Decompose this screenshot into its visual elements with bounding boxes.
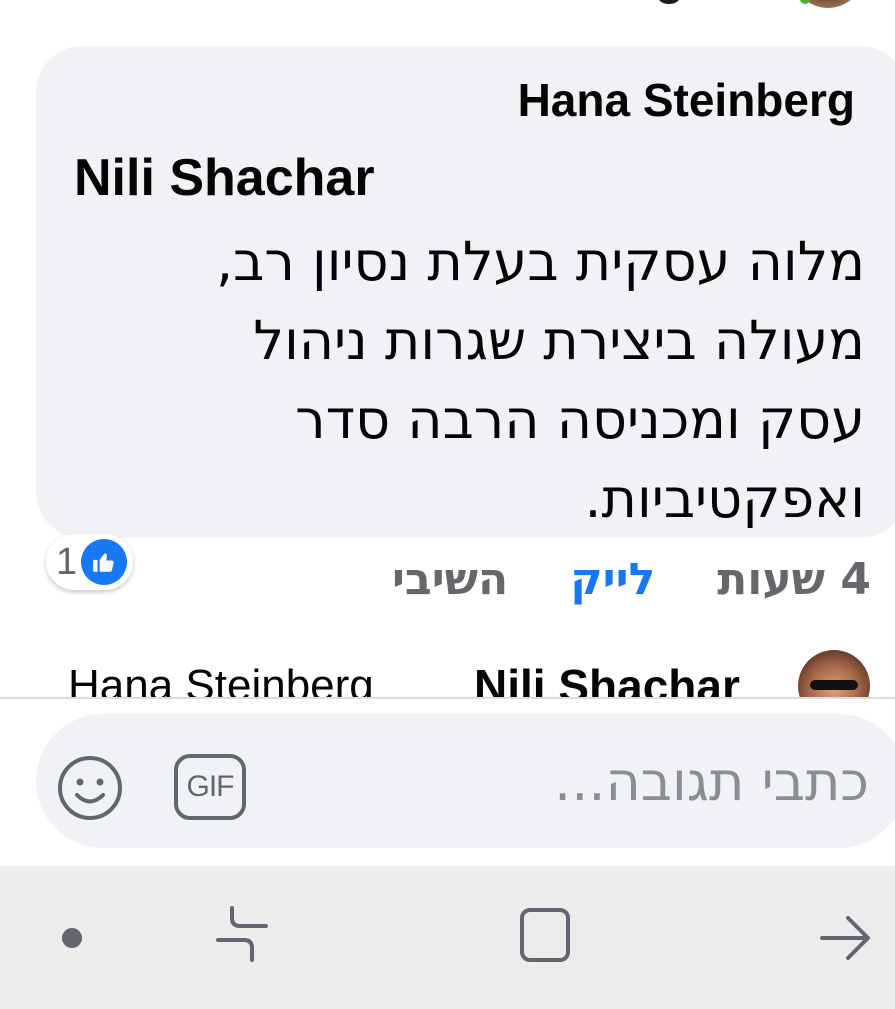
reply-button[interactable]: השיבי xyxy=(392,552,508,608)
comments-screen: Hana Steinberg Nili Shachar מלוה עסקית ב… xyxy=(0,0,895,1009)
reaction-count: 1 xyxy=(56,541,78,583)
reply-preview-to[interactable]: Hana Steinberg xyxy=(68,658,374,698)
reply-author-avatar[interactable] xyxy=(798,650,870,698)
reaction-badge[interactable]: 1 xyxy=(46,534,134,590)
comment-actions: 4 שעות לייק השיבי xyxy=(392,552,871,608)
back-icon[interactable] xyxy=(818,910,874,966)
comment-line: ואפקטיביות. xyxy=(584,467,865,530)
comment-author[interactable]: Nili Shachar xyxy=(74,148,375,208)
comment-text: מלוה עסקית בעלת נסיון רב, מעולה ביצירת ש… xyxy=(145,222,865,538)
thumbs-up-icon xyxy=(81,539,128,585)
previous-item-fragment xyxy=(656,0,682,4)
composer-divider xyxy=(0,697,895,699)
reply-input[interactable]: כתבי תגובה... xyxy=(309,742,869,822)
home-icon[interactable] xyxy=(518,906,574,964)
online-indicator xyxy=(800,0,810,4)
gif-button[interactable]: GIF xyxy=(174,754,246,820)
comment-line: מלוה עסקית בעלת נסיון רב, xyxy=(216,230,865,293)
reply-to-name[interactable]: Hana Steinberg xyxy=(518,72,855,128)
dot-icon[interactable] xyxy=(62,928,82,948)
reply-preview[interactable]: Hana Steinberg Nili Shachar xyxy=(0,650,895,698)
reply-preview-author[interactable]: Nili Shachar xyxy=(474,658,740,698)
system-navbar xyxy=(0,866,895,1009)
comment-line: מעולה ביצירת שגרות ניהול xyxy=(253,309,865,372)
emoji-icon[interactable] xyxy=(56,754,124,822)
like-button[interactable]: לייק xyxy=(570,552,655,608)
comment-line: עסק ומכניסה הרבה סדר xyxy=(295,388,865,451)
recents-icon[interactable] xyxy=(214,904,270,964)
avatar-glasses xyxy=(810,680,858,690)
comment-timestamp[interactable]: 4 שעות xyxy=(717,552,871,608)
